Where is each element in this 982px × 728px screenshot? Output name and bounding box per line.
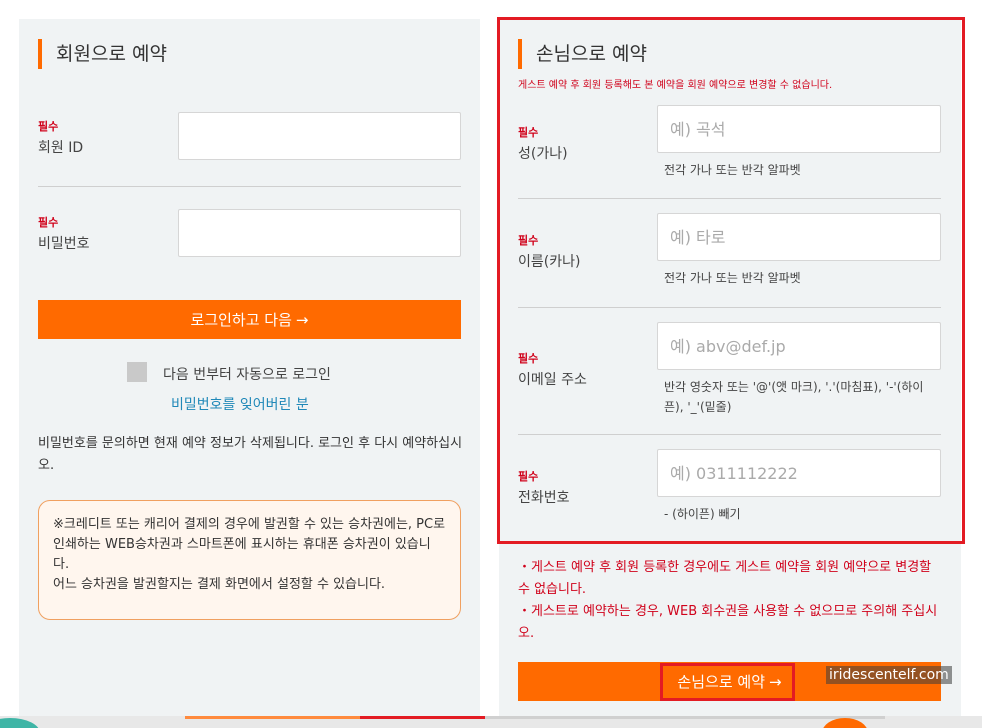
required-badge: 필수	[38, 216, 59, 229]
login-next-button[interactable]: 로그인하고 다음 →	[38, 300, 461, 339]
member-section-title: 회원으로 예약	[38, 39, 167, 69]
member-id-label: 회원 ID	[38, 140, 84, 156]
guest-reservation-panel: 손님으로 예약 게스트 예약 후 회원 등록해도 본 예약을 회원 예약으로 변…	[499, 19, 961, 728]
guest-notes: ・게스트 예약 후 회원 등록한 경우에도 게스트 예약을 회원 예약으로 변경…	[518, 557, 943, 645]
phone-label: 전화번호	[518, 490, 570, 506]
password-label: 비밀번호	[38, 236, 90, 252]
divider	[518, 434, 941, 435]
login-next-button-label: 로그인하고 다음	[190, 311, 292, 329]
last-name-hint: 전각 가나 또는 반각 알파벳	[664, 163, 801, 177]
guest-warning: 게스트 예약 후 회원 등록해도 본 예약을 회원 예약으로 변경할 수 없습니…	[518, 80, 833, 91]
forgot-password-link[interactable]: 비밀번호를 잊어버린 분	[171, 394, 309, 414]
password-notice: 비밀번호를 문의하면 현재 예약 정보가 삭제됩니다. 로그인 후 다시 예약하…	[38, 436, 463, 473]
member-id-input[interactable]	[178, 112, 461, 160]
scroll-top-circle[interactable]	[0, 718, 40, 728]
email-input[interactable]	[657, 322, 941, 370]
divider	[518, 307, 941, 308]
arrow-right-icon: →	[769, 672, 782, 691]
guest-reserve-button-label: 손님으로 예약	[677, 673, 765, 691]
required-badge: 필수	[518, 126, 539, 139]
last-name-input[interactable]	[657, 105, 941, 153]
guest-section-title: 손님으로 예약	[518, 39, 647, 69]
bottom-page-strip	[0, 716, 982, 728]
required-badge: 필수	[518, 470, 539, 483]
auto-login-label: 다음 번부터 자동으로 로그인	[163, 367, 331, 383]
page-top-circle[interactable]	[822, 718, 868, 728]
email-hint: 반각 영숫자 또는 '@'(앳 마크), '.'(마침표), '-'(하이픈),…	[664, 380, 924, 414]
phone-input[interactable]	[657, 449, 941, 497]
required-badge: 필수	[518, 234, 539, 247]
arrow-right-icon: →	[295, 310, 309, 329]
strip-segment	[185, 716, 360, 719]
watermark-text: iridescentelf.com	[826, 666, 952, 684]
email-label: 이메일 주소	[518, 372, 587, 388]
first-name-input[interactable]	[657, 213, 941, 261]
strip-segment	[360, 716, 485, 719]
auto-login-checkbox[interactable]	[127, 362, 147, 382]
phone-hint: - (하이픈) 빼기	[664, 507, 741, 521]
required-badge: 필수	[518, 352, 539, 365]
first-name-hint: 전각 가나 또는 반각 알파벳	[664, 271, 801, 285]
guest-note-1: ・게스트 예약 후 회원 등록한 경우에도 게스트 예약을 회원 예약으로 변경…	[518, 560, 932, 597]
guest-note-2: ・게스트로 예약하는 경우, WEB 회수권을 사용할 수 없으므로 주의해 주…	[518, 604, 938, 641]
ticket-info-box: ※크레디트 또는 캐리어 결제의 경우에 발권할 수 있는 승차권에는, PC로…	[38, 500, 461, 620]
strip-segment	[485, 716, 885, 719]
password-input[interactable]	[178, 209, 461, 257]
last-name-label: 성(가나)	[518, 146, 568, 162]
divider	[518, 198, 941, 199]
first-name-label: 이름(카나)	[518, 254, 581, 270]
member-reservation-panel: 회원으로 예약 필수 회원 ID 필수 비밀번호 로그인하고 다음 → 다음 번…	[19, 19, 480, 728]
divider	[38, 186, 461, 187]
required-badge: 필수	[38, 120, 59, 133]
